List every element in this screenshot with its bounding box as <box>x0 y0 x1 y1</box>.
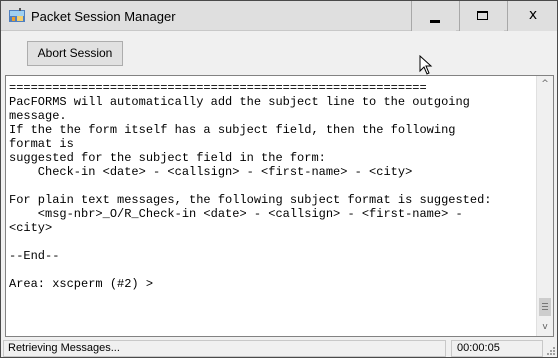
title-bar[interactable]: Packet Session Manager x <box>1 1 557 31</box>
scroll-up-arrow-icon[interactable]: ^ <box>537 76 553 93</box>
minimize-button[interactable] <box>411 1 456 31</box>
close-button[interactable]: x <box>507 1 557 31</box>
elapsed-time: 00:00:05 <box>451 340 543 357</box>
maximize-icon <box>477 11 488 20</box>
console-output[interactable]: ========================================… <box>9 81 535 333</box>
window-title: Packet Session Manager <box>31 9 176 24</box>
app-window: Packet Session Manager x Abort Session =… <box>0 0 558 358</box>
maximize-button[interactable] <box>459 1 504 31</box>
vertical-scrollbar[interactable]: ^ v <box>536 76 553 336</box>
status-message: Retrieving Messages... <box>3 340 446 357</box>
packet-app-icon <box>9 8 25 22</box>
status-bar: Retrieving Messages... 00:00:05 <box>1 339 557 357</box>
resize-grip-icon[interactable] <box>545 345 555 355</box>
grip-icon <box>542 303 548 310</box>
scroll-down-arrow-icon[interactable]: v <box>537 319 553 336</box>
minimize-icon <box>430 20 440 23</box>
scroll-thumb[interactable] <box>539 298 551 316</box>
abort-session-button[interactable]: Abort Session <box>27 41 123 66</box>
toolbar: Abort Session <box>1 32 557 72</box>
mouse-cursor-icon <box>419 55 433 75</box>
session-console[interactable]: ========================================… <box>5 75 554 337</box>
close-icon: x <box>528 7 538 23</box>
